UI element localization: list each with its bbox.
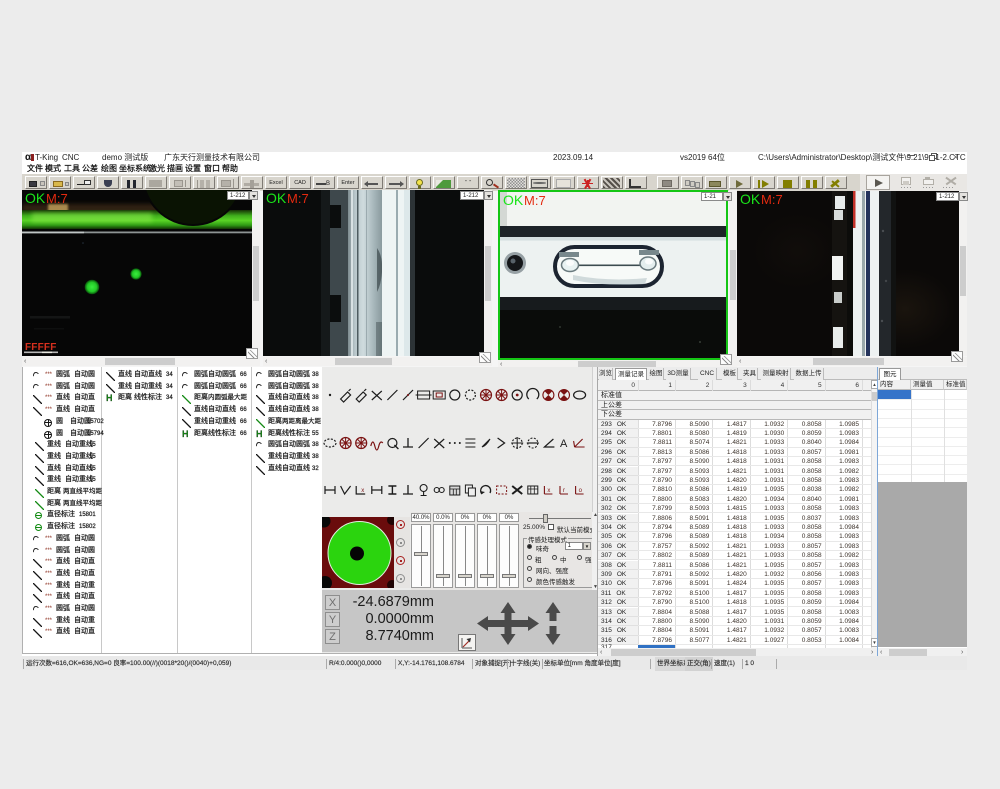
svg-text:M:7: M:7 bbox=[761, 192, 783, 207]
svg-text:M:7: M:7 bbox=[524, 193, 546, 208]
svg-text:M:7: M:7 bbox=[46, 191, 68, 206]
svg-text:OK: OK bbox=[740, 191, 761, 207]
svg-text:r: r bbox=[563, 488, 565, 494]
svg-text:A: A bbox=[560, 438, 568, 450]
svg-text:OK: OK bbox=[503, 192, 524, 208]
svg-text:OK: OK bbox=[266, 190, 287, 206]
svg-text:FFFFF: FFFFF bbox=[25, 342, 57, 353]
svg-text:OK: OK bbox=[25, 190, 46, 206]
svg-text:o: o bbox=[579, 488, 583, 494]
svg-text:x: x bbox=[361, 488, 364, 494]
svg-text:M:7: M:7 bbox=[287, 191, 309, 206]
svg-text:x: x bbox=[547, 488, 550, 494]
